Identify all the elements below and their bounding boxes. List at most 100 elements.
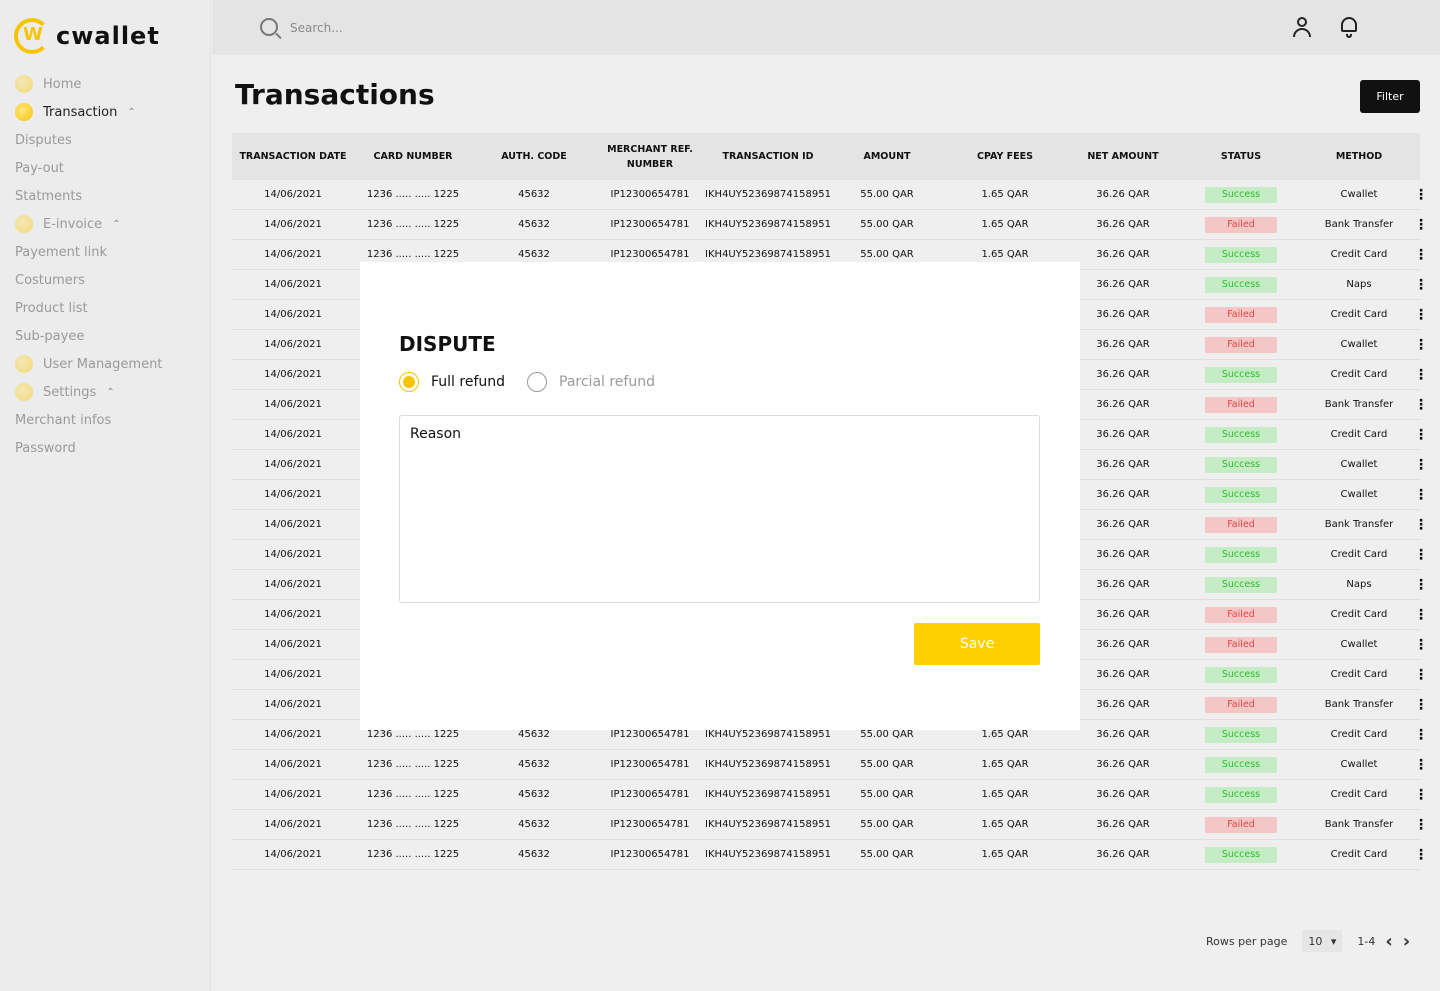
more-options-icon[interactable]: ⋮ — [1414, 637, 1428, 653]
table-row[interactable]: 14/06/2021 1236 ..... ..... 1225 45632 IP12… — [232, 780, 1428, 810]
full-refund-radio[interactable] — [399, 372, 419, 392]
dispute-modal: DISPUTE Full refund Parcial refund Save — [360, 262, 1080, 730]
more-options-icon[interactable]: ⋮ — [1414, 427, 1428, 443]
status-badge: Failed — [1205, 816, 1277, 833]
more-options-icon[interactable]: ⋮ — [1414, 577, 1428, 593]
sidebar-item-settings[interactable]: Settings ⌃ — [0, 378, 211, 406]
more-options-icon[interactable]: ⋮ — [1414, 307, 1428, 323]
table-row[interactable]: 14/06/2021 1236 ..... ..... 1225 45632 IP12… — [232, 180, 1428, 210]
table-cell: 36.26 QAR — [1096, 219, 1150, 230]
logo[interactable]: cwallet — [14, 18, 160, 54]
sidebar-item-payement-link[interactable]: Payement link — [0, 238, 211, 266]
table-cell: 36.26 QAR — [1096, 849, 1150, 860]
table-row[interactable]: 14/06/2021 1236 ..... ..... 1225 45632 IP12… — [232, 750, 1428, 780]
logo-text: cwallet — [56, 22, 160, 50]
chevron-up-icon[interactable]: ⌃ — [106, 387, 114, 398]
bell-icon[interactable] — [1339, 15, 1359, 39]
status-badge: Failed — [1205, 516, 1277, 533]
sidebar-item-statments[interactable]: Statments — [0, 182, 211, 210]
sidebar-item-password[interactable]: Password — [0, 434, 211, 462]
more-options-icon[interactable]: ⋮ — [1414, 487, 1428, 503]
more-options-icon[interactable]: ⋮ — [1414, 397, 1428, 413]
next-page-icon[interactable]: › — [1403, 931, 1410, 952]
table-cell: 14/06/2021 — [264, 849, 322, 860]
more-options-icon[interactable]: ⋮ — [1414, 667, 1428, 683]
status-badge: Failed — [1205, 336, 1277, 353]
full-refund-label[interactable]: Full refund — [431, 374, 505, 390]
table-cell: Cwallet — [1340, 189, 1378, 200]
sidebar-item-home[interactable]: Home — [0, 70, 211, 98]
more-options-icon[interactable]: ⋮ — [1414, 727, 1428, 743]
sidebar-item-user-management[interactable]: User Management — [0, 350, 211, 378]
more-options-icon[interactable]: ⋮ — [1414, 337, 1428, 353]
chevron-up-icon[interactable]: ⌃ — [112, 219, 120, 230]
more-options-icon[interactable]: ⋮ — [1414, 247, 1428, 263]
table-cell: 36.26 QAR — [1096, 429, 1150, 440]
refund-type-group: Full refund Parcial refund — [399, 372, 655, 392]
status-cell: Success — [1178, 456, 1304, 473]
status-cell: Failed — [1178, 606, 1304, 623]
table-cell: Cwallet — [1340, 759, 1378, 770]
sidebar-item-merchant-infos[interactable]: Merchant infos — [0, 406, 211, 434]
column-header: NET AMOUNT — [1087, 151, 1159, 162]
table-cell: IP12300654781 — [610, 729, 690, 740]
more-options-icon[interactable]: ⋮ — [1414, 787, 1428, 803]
filter-button[interactable]: Filter — [1360, 80, 1420, 113]
table-row[interactable]: 14/06/2021 1236 ..... ..... 1225 45632 IP12… — [232, 840, 1428, 870]
sidebar-item-e-invoice[interactable]: E-invoice ⌃ — [0, 210, 211, 238]
more-options-icon[interactable]: ⋮ — [1414, 457, 1428, 473]
user-icon[interactable] — [1292, 16, 1312, 38]
more-options-icon[interactable]: ⋮ — [1414, 517, 1428, 533]
table-cell: IKH4UY52369874158951 — [705, 759, 831, 770]
sidebar-item-transaction[interactable]: Transaction ⌃ — [0, 98, 211, 126]
table-cell: Credit Card — [1330, 669, 1388, 680]
prev-page-icon[interactable]: ‹ — [1385, 931, 1392, 952]
table-row[interactable]: 14/06/2021 1236 ..... ..... 1225 45632 IP12… — [232, 210, 1428, 240]
table-cell: 1236 ..... ..... 1225 — [366, 729, 460, 740]
table-cell: Credit Card — [1330, 249, 1388, 260]
more-options-icon[interactable]: ⋮ — [1414, 817, 1428, 833]
table-cell: 36.26 QAR — [1096, 189, 1150, 200]
more-options-icon[interactable]: ⋮ — [1414, 697, 1428, 713]
chevron-up-icon[interactable]: ⌃ — [127, 107, 135, 118]
sidebar-item-label: Payement link — [15, 244, 108, 260]
more-options-icon[interactable]: ⋮ — [1414, 847, 1428, 863]
sidebar-item-pay-out[interactable]: Pay-out — [0, 154, 211, 182]
partial-refund-label[interactable]: Parcial refund — [559, 374, 655, 390]
modal-title: DISPUTE — [399, 332, 496, 356]
save-button[interactable]: Save — [914, 623, 1040, 665]
sidebar-item-disputes[interactable]: Disputes — [0, 126, 211, 154]
search-input[interactable] — [290, 16, 590, 40]
sidebar-item-label: Settings — [43, 384, 97, 400]
table-cell: 1.65 QAR — [981, 249, 1029, 260]
table-cell: Bank Transfer — [1324, 219, 1394, 230]
table-cell: 14/06/2021 — [264, 489, 322, 500]
partial-refund-radio[interactable] — [527, 372, 548, 392]
status-cell: Failed — [1178, 696, 1304, 713]
table-row[interactable]: 14/06/2021 1236 ..... ..... 1225 45632 IP12… — [232, 810, 1428, 840]
status-badge: Success — [1205, 546, 1277, 563]
cwallet-logo-icon — [14, 18, 50, 54]
more-options-icon[interactable]: ⋮ — [1414, 757, 1428, 773]
status-cell: Success — [1178, 666, 1304, 683]
table-cell: Credit Card — [1330, 849, 1388, 860]
reason-textarea[interactable] — [399, 415, 1040, 603]
table-cell: Naps — [1346, 279, 1372, 290]
more-options-icon[interactable]: ⋮ — [1414, 277, 1428, 293]
status-cell: Failed — [1178, 636, 1304, 653]
more-options-icon[interactable]: ⋮ — [1414, 547, 1428, 563]
coin-icon — [15, 215, 33, 233]
sidebar-item-product-list[interactable]: Product list — [0, 294, 211, 322]
column-header: CARD NUMBER — [373, 151, 453, 162]
sidebar-item-sub-payee[interactable]: Sub-payee — [0, 322, 211, 350]
table-cell: 36.26 QAR — [1096, 609, 1150, 620]
more-options-icon[interactable]: ⋮ — [1414, 607, 1428, 623]
search-icon[interactable] — [260, 18, 278, 36]
more-options-icon[interactable]: ⋮ — [1414, 367, 1428, 383]
table-cell: IKH4UY52369874158951 — [705, 219, 831, 230]
rows-per-page-select[interactable]: 10 ▾ — [1302, 930, 1343, 952]
sidebar-item-costumers[interactable]: Costumers — [0, 266, 211, 294]
more-options-icon[interactable]: ⋮ — [1414, 217, 1428, 233]
topbar — [212, 0, 1440, 55]
more-options-icon[interactable]: ⋮ — [1414, 187, 1428, 203]
